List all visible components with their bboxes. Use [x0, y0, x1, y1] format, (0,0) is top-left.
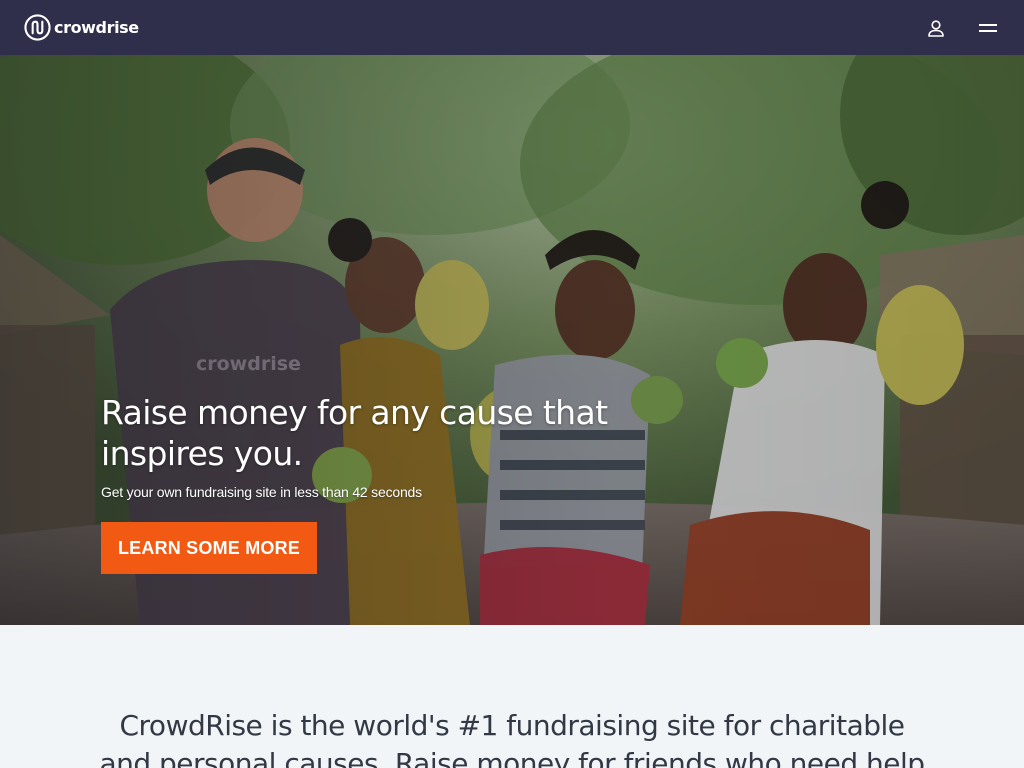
crowdrise-logo[interactable]: crowdrise: [24, 14, 139, 41]
intro-text: CrowdRise is the world's #1 fundraising …: [99, 709, 925, 768]
nav-actions: [924, 16, 1000, 40]
menu-button[interactable]: [976, 16, 1000, 40]
intro-section: CrowdRise is the world's #1 fundraising …: [0, 625, 1024, 768]
top-nav-bar: crowdrise: [0, 0, 1024, 55]
user-icon: [928, 19, 944, 37]
hero-section: crowdrise Raise money for any cause that…: [0, 55, 1024, 625]
hero-copy: Raise money for any cause that inspires …: [101, 392, 661, 574]
hero-subheadline: Get your own fundraising site in less th…: [101, 484, 422, 500]
hero-headline: Raise money for any cause that inspires …: [101, 393, 608, 473]
menu-icon: [979, 23, 997, 32]
logo-text: crowdrise: [54, 18, 139, 37]
logo-icon: [24, 14, 51, 41]
learn-more-button[interactable]: LEARN SOME MORE: [101, 522, 317, 574]
account-button[interactable]: [924, 16, 948, 40]
